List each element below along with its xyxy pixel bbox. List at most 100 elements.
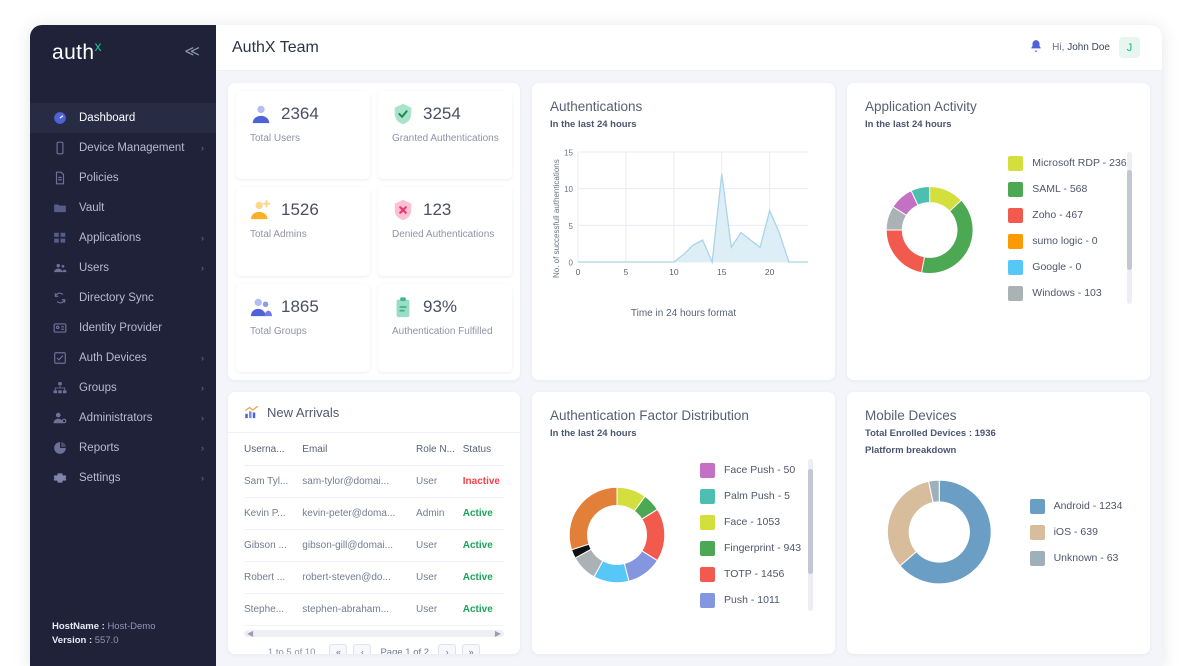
stat-top: 3254 — [392, 103, 502, 125]
sidebar-item-device-management[interactable]: Device Management › — [30, 133, 216, 163]
stat-value: 1526 — [281, 200, 319, 220]
legend-item: Face Push - 50 — [700, 457, 801, 483]
chevron-right-icon: › — [201, 233, 204, 243]
sidebar-item-auth-devices[interactable]: Auth Devices › — [30, 343, 216, 373]
table-column-header[interactable]: Role N... — [416, 433, 463, 466]
sidebar-footer: HostName : Host-Demo Version : 557.0 — [30, 620, 216, 666]
table-body: Sam Tyl... sam-tylor@domai... User Inactive… — [244, 465, 504, 626]
user-name: John Doe — [1067, 42, 1110, 53]
sidebar-item-vault[interactable]: Vault — [30, 193, 216, 223]
users-icon — [52, 261, 67, 276]
app-root: authx ≪ Dashboard Device Management › Polic… — [0, 0, 1192, 666]
table-cell-email: gibson-gill@domai... — [302, 529, 417, 562]
table-pagination: 1 to 5 of 10 « ‹ Page 1 of 2 › » — [228, 637, 520, 654]
user-add-icon — [250, 199, 272, 221]
scroll-right-arrow[interactable]: ▶ — [495, 629, 501, 638]
sidebar-logo-bar: authx ≪ — [30, 25, 216, 77]
legend-label: Face Push - 50 — [724, 464, 796, 476]
greeting-text: Hi, John Doe — [1052, 42, 1110, 53]
stat-value: 1865 — [281, 296, 319, 316]
legend-item: Microsoft RDP - 236 — [1008, 150, 1127, 176]
legend-item: Palm Push - 5 — [700, 483, 801, 509]
table-horizontal-scrollbar[interactable]: ◀ ▶ — [244, 629, 504, 638]
legend-label: Microsoft RDP - 236 — [1032, 157, 1127, 169]
legend-swatch — [700, 488, 715, 504]
bell-icon[interactable] — [1029, 39, 1043, 56]
table-cell-role: Admin — [416, 497, 463, 530]
legend-swatch — [700, 514, 715, 530]
legend-label: Palm Push - 5 — [724, 490, 790, 502]
sidebar-item-groups[interactable]: Groups › — [30, 373, 216, 403]
legend-item: Windows - 103 — [1008, 280, 1120, 306]
table-cell-status: Active — [462, 529, 504, 562]
sync-icon — [52, 291, 67, 306]
hostname-label: HostName : — [52, 620, 105, 632]
new-arrivals-table-wrap: Userna... Email Role N... Status Sam Tyl...… — [228, 433, 520, 626]
chevron-right-icon: › — [201, 413, 204, 423]
legend-label: SAML - 568 — [1032, 183, 1088, 195]
application-activity-legend[interactable]: Microsoft RDP - 236 SAML - 568 Zoho - 467 s… — [1008, 150, 1132, 310]
sidebar-item-label: Auth Devices — [79, 352, 147, 364]
table-header-row: Userna... Email Role N... Status — [244, 433, 504, 466]
table-cell-email: stephen-abraham... — [302, 593, 417, 626]
auth-factor-title: Authentication Factor Distribution — [550, 408, 749, 423]
table-column-header[interactable]: Status — [462, 433, 504, 466]
table-row[interactable]: Sam Tyl... sam-tylor@domai... User Inactive — [244, 465, 504, 498]
table-column-header[interactable]: Userna... — [244, 433, 303, 466]
legend-swatch — [1008, 207, 1024, 223]
stat-card-denied-authentications: 123 Denied Authentications — [378, 187, 512, 276]
avatar[interactable]: J — [1119, 37, 1140, 58]
legend-item: iOS - 639 — [1029, 519, 1120, 545]
sidebar-item-administrators[interactable]: Administrators › — [30, 403, 216, 433]
sidebar: authx ≪ Dashboard Device Management › Polic… — [30, 25, 216, 666]
stat-label: Denied Authentications — [392, 229, 495, 241]
logo-word: auth — [52, 40, 95, 64]
sidebar-item-applications[interactable]: Applications › — [30, 223, 216, 253]
topbar: AuthX Team Hi, John Doe J — [216, 25, 1162, 71]
sidebar-item-label: Applications — [79, 232, 142, 244]
stat-card-total-users: 2364 Total Users — [236, 91, 370, 180]
mobile-icon — [52, 141, 67, 156]
pagination-prev-button[interactable]: ‹ — [353, 644, 372, 654]
legend-label: Windows - 103 — [1032, 287, 1102, 299]
stat-top: 1526 — [250, 199, 360, 221]
sidebar-item-label: Vault — [79, 202, 105, 214]
sidebar-item-label: Policies — [79, 172, 119, 184]
sidebar-item-directory-sync[interactable]: Directory Sync — [30, 283, 216, 313]
stat-card-authentication-fulfilled: 93% Authentication Fulfilled — [378, 283, 512, 372]
pagination-next-button[interactable]: › — [438, 644, 457, 654]
admin-user-icon — [52, 411, 67, 426]
stat-top: 1865 — [250, 296, 360, 318]
pagination-last-button[interactable]: » — [462, 644, 481, 654]
app-logo: authx — [52, 38, 102, 65]
scroll-left-arrow[interactable]: ◀ — [247, 629, 253, 638]
grid-icon — [52, 231, 67, 246]
sidebar-item-identity-provider[interactable]: Identity Provider — [30, 313, 216, 343]
table-row[interactable]: Stephe... stephen-abraham... User Active — [244, 593, 504, 626]
sidebar-item-users[interactable]: Users › — [30, 253, 216, 283]
table-column-header[interactable]: Email — [302, 433, 417, 466]
sidebar-item-policies[interactable]: Policies — [30, 163, 216, 193]
svg-text:10: 10 — [564, 185, 573, 194]
table-row[interactable]: Robert ... robert-steven@do... User Active — [244, 561, 504, 594]
sidebar-item-reports[interactable]: Reports › — [30, 433, 216, 463]
legend-scrollbar-track[interactable] — [1127, 152, 1132, 304]
auth-factor-legend[interactable]: Face Push - 50 Palm Push - 5 Face - 1053 Fi… — [700, 457, 814, 613]
pagination-first-button[interactable]: « — [329, 644, 348, 654]
logo-superscript: x — [94, 37, 102, 54]
sidebar-collapse-icon[interactable]: ≪ — [184, 44, 200, 59]
legend-scrollbar-track[interactable] — [808, 459, 814, 611]
sidebar-item-dashboard[interactable]: Dashboard — [30, 103, 216, 133]
stat-value: 2364 — [281, 104, 319, 123]
table-row[interactable]: Kevin P... kevin-peter@doma... Admin Active — [244, 497, 504, 530]
auth-factor-card: Authentication Factor Distribution In th… — [532, 392, 835, 654]
table-row[interactable]: Gibson ... gibson-gill@domai... User Active — [244, 529, 504, 562]
legend-item: TOTP - 1456 — [700, 561, 801, 587]
legend-scrollbar-thumb[interactable] — [808, 469, 814, 574]
stat-label: Total Groups — [250, 325, 307, 337]
stat-card-total-groups: 1865 Total Groups — [236, 283, 370, 372]
legend-swatch — [1008, 259, 1024, 275]
sidebar-item-settings[interactable]: Settings › — [30, 463, 216, 493]
legend-scrollbar-thumb[interactable] — [1127, 170, 1132, 270]
new-arrivals-table: Userna... Email Role N... Status Sam Tyl...… — [244, 433, 504, 626]
